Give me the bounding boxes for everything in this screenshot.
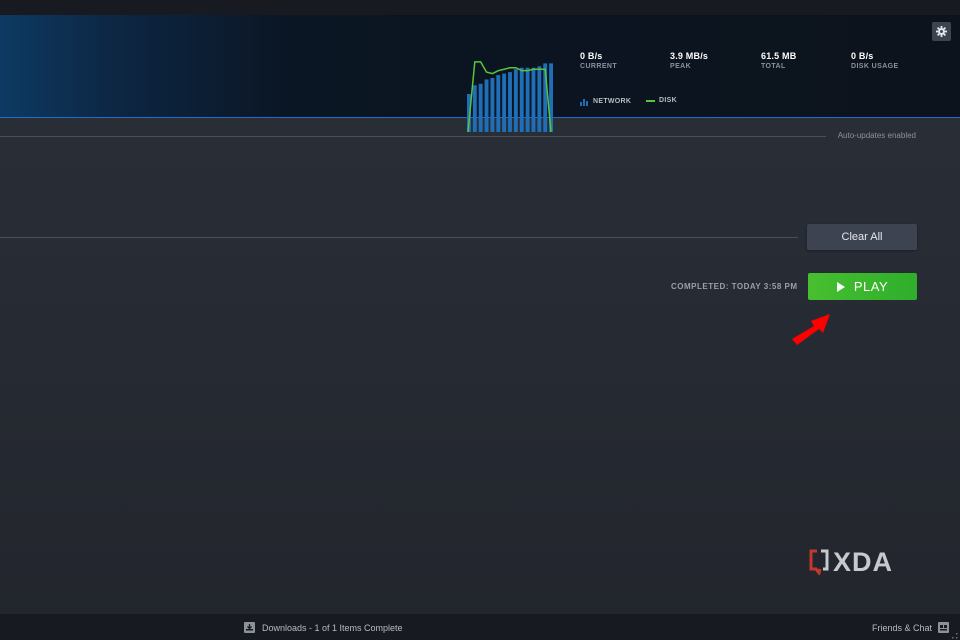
legend-disk-label: DISK	[659, 97, 677, 104]
stat-total: 61.5 MB TOTAL	[761, 51, 796, 70]
network-bar	[525, 67, 530, 132]
stat-total-label: TOTAL	[761, 63, 786, 70]
network-bar	[531, 67, 536, 132]
status-bar: Downloads - 1 of 1 Items Complete Friend…	[0, 613, 960, 640]
legend-disk: DISK	[646, 97, 677, 104]
network-bar	[490, 77, 495, 132]
play-button[interactable]: PLAY	[808, 273, 917, 300]
settings-button[interactable]	[932, 22, 951, 41]
title-strip	[0, 0, 960, 15]
network-bar	[519, 67, 524, 132]
stat-total-value: 61.5 MB	[761, 51, 797, 61]
network-bar	[472, 85, 477, 132]
steam-downloads-window: 0 B/s CURRENT 3.9 MB/s PEAK 61.5 MB TOTA…	[0, 0, 960, 640]
network-bar	[537, 66, 542, 132]
stat-peak-label: PEAK	[670, 63, 692, 70]
resize-grip-icon[interactable]	[952, 633, 958, 639]
download-stats-header: 0 B/s CURRENT 3.9 MB/s PEAK 61.5 MB TOTA…	[0, 15, 960, 132]
network-bar	[484, 79, 489, 132]
stat-current-label: CURRENT	[580, 63, 618, 70]
friends-chat-label: Friends & Chat	[871, 622, 932, 633]
stat-peak-value: 3.9 MB/s	[670, 51, 709, 61]
network-bars-icon	[580, 99, 588, 106]
xda-wordmark: XDA	[833, 546, 894, 577]
legend-network-label: NETWORK	[593, 98, 632, 105]
xda-bracket-icon	[809, 549, 829, 575]
network-bar	[496, 75, 501, 132]
stat-current: 0 B/s CURRENT	[580, 51, 617, 70]
stat-current-value: 0 B/s	[580, 51, 603, 61]
play-button-label: PLAY	[853, 279, 889, 294]
clear-all-button[interactable]: Clear All	[807, 224, 917, 250]
downloads-status[interactable]: Downloads - 1 of 1 Items Complete	[244, 622, 403, 633]
network-bar	[502, 73, 507, 132]
gear-icon	[936, 26, 947, 37]
stat-disk-usage: 0 B/s DISK USAGE	[851, 51, 899, 70]
friends-chat-button[interactable]: Friends & Chat	[872, 622, 949, 633]
download-graph	[467, 61, 553, 132]
downloads-status-text: Downloads - 1 of 1 Items Complete	[262, 622, 403, 633]
red-pointer-arrow-icon	[792, 314, 830, 345]
network-bar	[478, 83, 483, 132]
auto-updates-status: Auto-updates enabled	[837, 131, 916, 140]
friends-icon	[938, 622, 949, 633]
queue-divider	[0, 136, 826, 137]
xda-watermark: XDA	[808, 546, 902, 577]
network-bar	[508, 72, 512, 132]
stat-disk-usage-label: DISK USAGE	[851, 63, 899, 70]
play-icon	[836, 281, 845, 292]
stat-peak: 3.9 MB/s PEAK	[670, 51, 708, 70]
network-bar	[513, 69, 518, 132]
legend-network: NETWORK	[580, 97, 631, 106]
disk-line-icon	[646, 99, 655, 102]
completed-timestamp: COMPLETED: TODAY 3:58 PM	[671, 282, 798, 291]
stat-disk-usage-value: 0 B/s	[851, 51, 874, 61]
download-icon	[244, 622, 255, 633]
completed-divider	[0, 237, 798, 238]
